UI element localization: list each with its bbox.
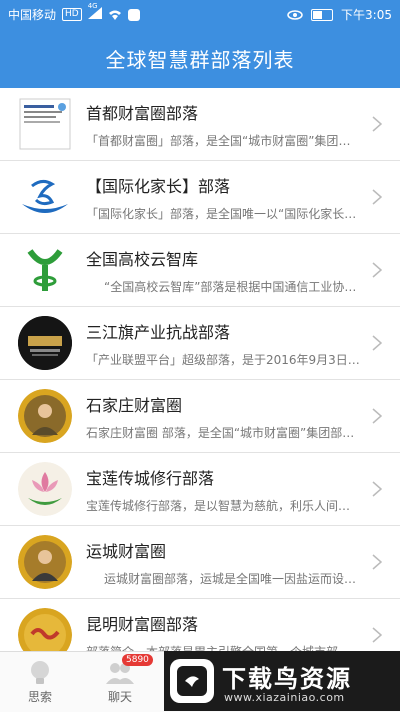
bird-logo-icon (170, 659, 214, 703)
list-item[interactable]: 昆明财富圈部落 部落简介，本部落是胃主引擎全国第一个城市部落… (0, 599, 400, 651)
network-type-label: 4G (87, 2, 98, 10)
watermark-brand: 下载鸟资源 (222, 665, 352, 693)
tribe-avatar (18, 316, 72, 370)
list-item[interactable]: 首都财富圈部落 「首都财富圈」部落，是全国“城市财富圈”集团部… (0, 88, 400, 161)
tribe-avatar (18, 97, 72, 151)
tribe-title: 石家庄财富圈 (86, 396, 183, 415)
tab-chat[interactable]: 聊天 5890 (90, 654, 153, 705)
chevron-right-icon (372, 627, 382, 643)
tribe-avatar (18, 462, 72, 516)
tribe-title: 【国际化家长】部落 (86, 177, 231, 196)
eye-icon (287, 9, 303, 20)
watermark-url: www.xiazainiao.com (224, 691, 345, 704)
tribe-description: “全国高校云智库”部落是根据中国通信工业协… (104, 280, 357, 294)
tribe-avatar (18, 608, 72, 651)
list-item[interactable]: 宝莲传城修行部落 宝莲传城修行部落，是以智慧为慈航，利乐人间的… (0, 453, 400, 526)
chevron-right-icon (372, 554, 382, 570)
tribe-list[interactable]: 首都财富圈部落 「首都财富圈」部落，是全国“城市财富圈”集团部… 【国际化家长】… (0, 88, 400, 651)
tribe-title: 全国高校云智库 (86, 250, 199, 269)
tab-think[interactable]: 思索 (10, 660, 70, 705)
tribe-description: 部落简介，本部落是胃主引擎全国第一个城市部落… (86, 643, 360, 651)
hd-indicator: HD (62, 8, 82, 21)
status-bar: 中国移动 HD 4G 下午3:05 (0, 0, 400, 28)
tribe-avatar (18, 535, 72, 589)
lightbulb-icon (31, 661, 49, 684)
clock-label: 下午3:05 (341, 8, 392, 22)
page-title: 全球智慧群部落列表 (105, 47, 295, 72)
chevron-right-icon (372, 408, 382, 424)
list-item[interactable]: 运城财富圈 运城财富圈部落，运城是全国唯一因盐运而设… (0, 526, 400, 599)
wifi-icon (108, 10, 121, 20)
chevron-right-icon (372, 262, 382, 278)
page-header: 全球智慧群部落列表 (0, 28, 400, 88)
tribe-title: 宝莲传城修行部落 (86, 469, 215, 488)
tribe-description: 「产业联盟平台」超级部落，是于2016年9月3日… (86, 353, 360, 367)
tab-label: 思索 (27, 690, 52, 704)
tribe-description: 「国际化家长」部落，是全国唯一以“国际化家长”… (86, 207, 360, 221)
tribe-title: 昆明财富圈部落 (86, 615, 199, 634)
tribe-description: 宝莲传城修行部落，是以智慧为慈航，利乐人间的… (86, 499, 360, 513)
list-item[interactable]: 三江旗产业抗战部落 「产业联盟平台」超级部落，是于2016年9月3日… (0, 307, 400, 380)
tribe-description: 运城财富圈部落，运城是全国唯一因盐运而设… (104, 572, 357, 586)
signal-icon: 4G (87, 2, 102, 22)
chevron-right-icon (372, 116, 382, 132)
chevron-right-icon (372, 189, 382, 205)
tribe-avatar (18, 243, 72, 297)
carrier-label: 中国移动 (8, 8, 57, 22)
list-item[interactable]: 【国际化家长】部落 「国际化家长」部落，是全国唯一以“国际化家长”… (0, 161, 400, 234)
tribe-title: 运城财富圈 (86, 542, 167, 561)
unread-badge: 5890 (122, 654, 153, 666)
tribe-avatar (18, 170, 72, 224)
watermark: 下载鸟资源 www.xiazainiao.com (164, 651, 400, 711)
chevron-right-icon (372, 481, 382, 497)
tribe-title: 三江旗产业抗战部落 (86, 323, 231, 342)
tab-label: 聊天 (107, 690, 132, 704)
list-item[interactable]: 全国高校云智库 “全国高校云智库”部落是根据中国通信工业协… (0, 234, 400, 307)
battery-icon (311, 8, 334, 21)
tribe-description: 石家庄财富圈 部落，是全国“城市财富圈”集团部落… (86, 426, 360, 440)
tribe-avatar (18, 389, 72, 443)
list-item[interactable]: 石家庄财富圈 石家庄财富圈 部落，是全国“城市财富圈”集团部落… (0, 380, 400, 453)
tribe-description: 「首都财富圈」部落，是全国“城市财富圈”集团部… (86, 134, 360, 148)
chevron-right-icon (372, 335, 382, 351)
tribe-title: 首都财富圈部落 (86, 104, 199, 123)
app-notification-icon (127, 8, 140, 21)
